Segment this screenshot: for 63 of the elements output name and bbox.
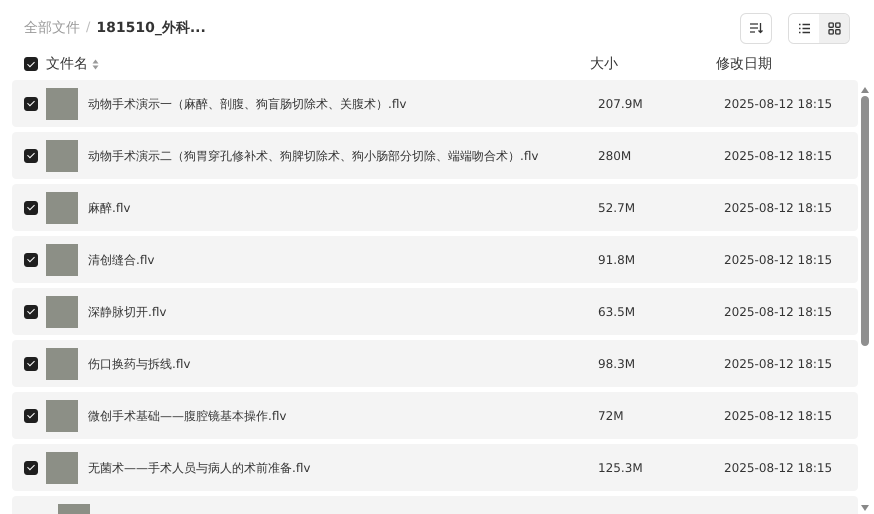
checkbox[interactable] bbox=[24, 356, 38, 370]
photo-placeholder bbox=[46, 348, 78, 380]
checkbox[interactable] bbox=[24, 252, 38, 266]
photo-placeholder bbox=[46, 452, 78, 484]
file-name: 清创缝合.flv bbox=[88, 252, 154, 268]
file-size: 280M bbox=[598, 148, 632, 162]
scroll-up-icon[interactable] bbox=[860, 86, 870, 94]
file-name: 深静脉切开.flv bbox=[88, 304, 166, 320]
checkbox[interactable] bbox=[24, 304, 38, 318]
breadcrumb-separator: / bbox=[86, 19, 90, 38]
photo-placeholder bbox=[46, 192, 78, 224]
file-name: 动物手术演示二（狗胃穿孔修补术、狗脾切除术、狗小肠部分切除、端端吻合术）.flv bbox=[88, 148, 538, 164]
modified-date: 2025-08-12 18:15 bbox=[724, 96, 832, 110]
checkbox[interactable] bbox=[24, 96, 38, 110]
checkbox[interactable] bbox=[24, 460, 38, 474]
list-icon bbox=[798, 22, 810, 34]
column-header[interactable]: 大小 bbox=[590, 56, 618, 72]
file-size: 63.5M bbox=[598, 304, 636, 318]
file-row[interactable]: 动物手术演示一（麻醉、剖腹、狗盲肠切除术、关腹术）.flv 207.9M 2025-08-12 18:15 bbox=[12, 80, 858, 127]
column-header[interactable]: 修改日期 bbox=[716, 56, 772, 72]
photo-placeholder bbox=[46, 140, 78, 172]
sort-icon[interactable] bbox=[92, 58, 99, 70]
modified-date: 2025-08-12 18:15 bbox=[724, 408, 832, 422]
sort-icon bbox=[749, 22, 763, 34]
file-name: 微创手术基础——腹腔镜基本操作.flv bbox=[88, 408, 286, 424]
checkbox[interactable] bbox=[24, 148, 38, 162]
modified-date: 2025-08-12 18:15 bbox=[724, 304, 832, 318]
modified-date: 2025-08-12 18:15 bbox=[724, 148, 832, 162]
file-row[interactable]: 麻醉.flv 52.7M 2025-08-12 18:15 bbox=[12, 184, 858, 231]
scrollbar-thumb[interactable] bbox=[861, 96, 869, 346]
file-row[interactable]: 微创手术基础——腹腔镜基本操作.flv 72M 2025-08-12 18:15 bbox=[12, 392, 858, 439]
checkbox[interactable] bbox=[24, 408, 38, 422]
file-size: 52.7M bbox=[598, 200, 636, 214]
checkbox[interactable] bbox=[24, 57, 38, 71]
file-size: 207.9M bbox=[598, 96, 643, 110]
file-name: 麻醉.flv bbox=[88, 200, 130, 216]
column-header[interactable]: 文件名 bbox=[46, 54, 88, 74]
scroll-down-icon[interactable] bbox=[860, 504, 870, 512]
photo-placeholder bbox=[46, 400, 78, 432]
file-name: 动物手术演示一（麻醉、剖腹、狗盲肠切除术、关腹术）.flv bbox=[88, 96, 406, 112]
checkbox[interactable] bbox=[24, 200, 38, 214]
modified-date: 2025-08-12 18:15 bbox=[724, 356, 832, 370]
file-row[interactable]: 清创缝合.flv 91.8M 2025-08-12 18:15 bbox=[12, 236, 858, 283]
file-size: 125.3M bbox=[598, 460, 643, 474]
modified-date: 2025-08-12 18:15 bbox=[724, 200, 832, 214]
breadcrumb-current: 181510_外科... bbox=[96, 18, 206, 38]
grid-view-button[interactable] bbox=[819, 14, 849, 42]
file-row[interactable]: 动物手术演示二（狗胃穿孔修补术、狗脾切除术、狗小肠部分切除、端端吻合术）.flv 280M 2025-08-12 18:15 bbox=[12, 132, 858, 179]
sort-button[interactable] bbox=[740, 12, 772, 44]
file-size: 72M bbox=[598, 408, 624, 422]
file-size: 98.3M bbox=[598, 356, 636, 370]
file-size: 91.8M bbox=[598, 252, 636, 266]
file-row[interactable]: 无菌术——手术人员与病人的术前准备.flv 125.3M 2025-08-12 18:15 bbox=[12, 444, 858, 491]
photo-placeholder bbox=[46, 88, 78, 120]
modified-date: 2025-08-12 18:15 bbox=[724, 252, 832, 266]
file-row[interactable]: 深静脉切开.flv 63.5M 2025-08-12 18:15 bbox=[12, 288, 858, 335]
photo-placeholder bbox=[46, 244, 78, 276]
modified-date: 2025-08-12 18:15 bbox=[724, 460, 832, 474]
file-name: 无菌术——手术人员与病人的术前准备.flv bbox=[88, 460, 310, 476]
file-row[interactable]: 伤口换药与拆线.flv 98.3M 2025-08-12 18:15 bbox=[12, 340, 858, 387]
file-name: 伤口换药与拆线.flv bbox=[88, 356, 190, 372]
photo-placeholder bbox=[46, 296, 78, 328]
grid-icon bbox=[828, 22, 840, 34]
